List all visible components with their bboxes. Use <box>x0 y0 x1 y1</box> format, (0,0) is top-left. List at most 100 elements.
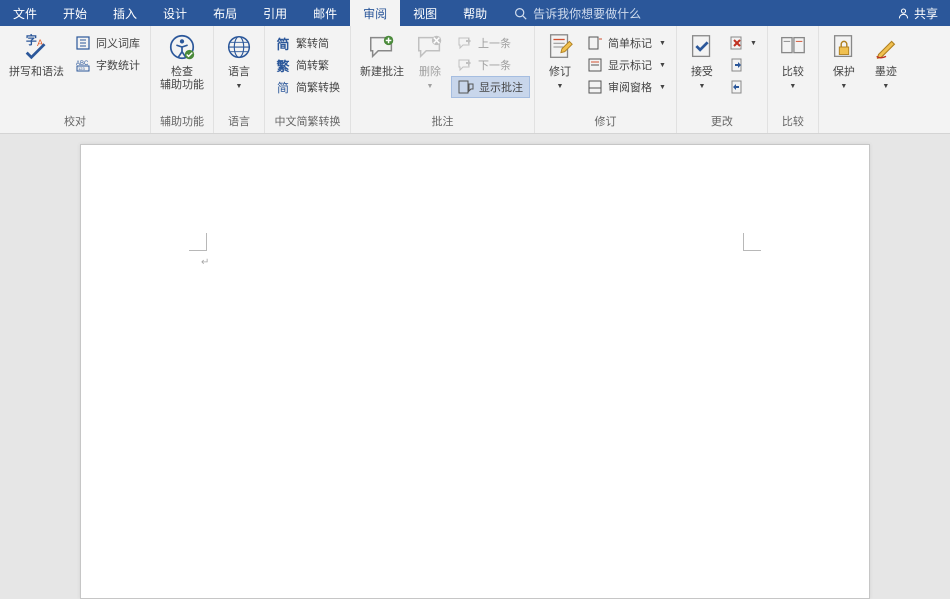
ribbon-group-tracking: 修订 ▼ 简单标记 ▼ 显示标记 ▼ 审阅窗格 ▼ <box>535 26 677 133</box>
show-markup-label: 显示标记 <box>608 57 652 73</box>
tell-me-label: 告诉我你想要做什么 <box>533 5 641 22</box>
compare-icon <box>777 31 809 63</box>
ink-label: 墨迹 <box>875 66 897 79</box>
ribbon-group-protect: 保护 ▼ 墨迹 ▼ <box>819 26 911 133</box>
ribbon-group-compare: 比较 ▼ 比较 <box>768 26 819 133</box>
tab-insert[interactable]: 插入 <box>100 0 150 26</box>
chevron-down-icon: ▼ <box>750 40 757 47</box>
show-comments-label: 显示批注 <box>479 79 523 95</box>
chevron-down-icon: ▼ <box>659 84 666 91</box>
language-icon <box>223 31 255 63</box>
thesaurus-button[interactable]: 同义词库 <box>69 32 146 54</box>
prev-change-button[interactable] <box>723 54 763 76</box>
simp-to-trad-button[interactable]: 繁 简转繁 <box>269 54 346 76</box>
chinese-convert-button[interactable]: 简 简繁转换 <box>269 76 346 98</box>
protect-group-label <box>823 114 907 133</box>
next-comment-button: 下一条 <box>451 54 530 76</box>
reviewing-pane-label: 审阅窗格 <box>608 79 652 95</box>
tab-layout[interactable]: 布局 <box>200 0 250 26</box>
tab-review[interactable]: 审阅 <box>350 0 400 26</box>
next-comment-icon <box>457 57 473 73</box>
delete-comment-label: 删除 <box>419 66 441 79</box>
compare-label: 比较 <box>782 66 804 79</box>
accept-icon <box>686 31 718 63</box>
spelling-grammar-button[interactable]: 字A 拼写和语法 <box>4 28 69 82</box>
share-label: 共享 <box>914 5 938 22</box>
trad-to-simp-button[interactable]: 简 繁转简 <box>269 32 346 54</box>
show-markup-icon <box>587 57 603 73</box>
language-group-label: 语言 <box>218 110 260 133</box>
track-changes-button[interactable]: 修订 ▼ <box>539 28 581 96</box>
margin-corner-top-left <box>189 233 207 251</box>
chinese-convert-label: 简繁转换 <box>296 79 340 95</box>
ink-button[interactable]: 墨迹 ▼ <box>865 28 907 96</box>
compare-group-label: 比较 <box>772 110 814 133</box>
reviewing-pane-icon <box>587 79 603 95</box>
display-for-review-dropdown[interactable]: 简单标记 ▼ <box>581 32 672 54</box>
tab-references[interactable]: 引用 <box>250 0 300 26</box>
reviewing-pane-dropdown[interactable]: 审阅窗格 ▼ <box>581 76 672 98</box>
chevron-down-icon: ▼ <box>236 80 243 93</box>
new-comment-button[interactable]: 新建批注 <box>355 28 409 82</box>
delete-comment-icon <box>414 31 446 63</box>
ribbon: 字A 拼写和语法 同义词库 ABC123 字数统计 校对 <box>0 26 950 134</box>
proofing-group-label: 校对 <box>4 110 146 133</box>
thesaurus-icon <box>75 35 91 51</box>
ribbon-group-language: 语言 ▼ 语言 <box>214 26 265 133</box>
ribbon-group-proofing: 字A 拼写和语法 同义词库 ABC123 字数统计 校对 <box>0 26 151 133</box>
new-comment-icon <box>366 31 398 63</box>
tab-design[interactable]: 设计 <box>150 0 200 26</box>
language-label: 语言 <box>228 66 250 79</box>
track-changes-label: 修订 <box>549 66 571 79</box>
tab-view[interactable]: 视图 <box>400 0 450 26</box>
prev-comment-label: 上一条 <box>478 35 511 51</box>
accept-button[interactable]: 接受 ▼ <box>681 28 723 96</box>
check-accessibility-button[interactable]: 检查 辅助功能 <box>155 28 209 95</box>
margin-corner-top-right <box>743 233 761 251</box>
accessibility-icon <box>166 31 198 63</box>
tab-mailings[interactable]: 邮件 <box>300 0 350 26</box>
language-button[interactable]: 语言 ▼ <box>218 28 260 96</box>
show-markup-dropdown[interactable]: 显示标记 ▼ <box>581 54 672 76</box>
title-bar: 文件 开始 插入 设计 布局 引用 邮件 审阅 视图 帮助 告诉我你想要做什么 … <box>0 0 950 26</box>
share-icon <box>897 7 910 20</box>
tell-me-search[interactable]: 告诉我你想要做什么 <box>514 5 641 22</box>
prev-comment-button: 上一条 <box>451 32 530 54</box>
share-button[interactable]: 共享 <box>897 5 938 22</box>
accessibility-label: 检查 辅助功能 <box>160 66 204 92</box>
chevron-down-icon: ▼ <box>840 80 847 93</box>
document-canvas[interactable]: ↵ <box>0 134 950 599</box>
tab-file[interactable]: 文件 <box>0 0 50 26</box>
protect-label: 保护 <box>833 66 855 79</box>
simp-to-trad-label: 简转繁 <box>296 57 329 73</box>
delete-comment-button[interactable]: 删除 ▼ <box>409 28 451 96</box>
tab-help[interactable]: 帮助 <box>450 0 500 26</box>
ink-icon <box>870 31 902 63</box>
ribbon-group-chinese-conversion: 简 繁转简 繁 简转繁 简 简繁转换 中文简繁转换 <box>265 26 351 133</box>
display-mode-label: 简单标记 <box>608 35 652 51</box>
spelling-icon: 字A <box>21 31 53 63</box>
chevron-down-icon: ▼ <box>557 80 564 93</box>
document-page[interactable]: ↵ <box>80 144 870 599</box>
word-count-icon: ABC123 <box>75 57 91 73</box>
protect-button[interactable]: 保护 ▼ <box>823 28 865 96</box>
show-comments-icon <box>458 79 474 95</box>
simp-to-trad-icon: 繁 <box>275 57 291 73</box>
chevron-down-icon: ▼ <box>659 62 666 69</box>
show-comments-button[interactable]: 显示批注 <box>451 76 530 98</box>
trad-to-simp-icon: 简 <box>275 35 291 51</box>
next-change-button[interactable] <box>723 76 763 98</box>
reject-button[interactable]: ▼ <box>723 32 763 54</box>
protect-icon <box>828 31 860 63</box>
track-changes-icon <box>544 31 576 63</box>
compare-button[interactable]: 比较 ▼ <box>772 28 814 96</box>
chevron-down-icon: ▼ <box>698 80 705 93</box>
display-mode-icon <box>587 35 603 51</box>
search-icon <box>514 7 527 20</box>
tab-home[interactable]: 开始 <box>50 0 100 26</box>
next-comment-label: 下一条 <box>478 57 511 73</box>
next-change-icon <box>729 79 745 95</box>
prev-comment-icon <box>457 35 473 51</box>
prev-change-icon <box>729 57 745 73</box>
word-count-button[interactable]: ABC123 字数统计 <box>69 54 146 76</box>
